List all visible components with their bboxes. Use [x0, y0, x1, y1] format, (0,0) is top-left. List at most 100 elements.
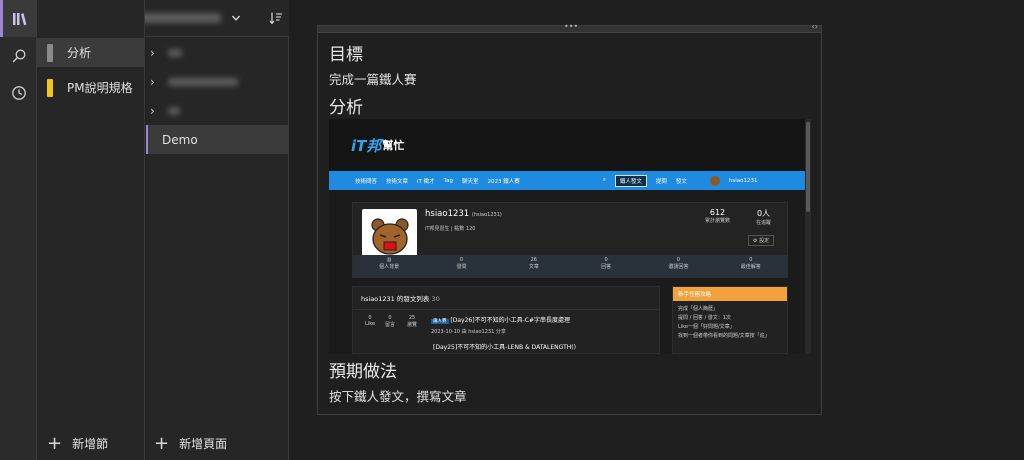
ithome-header: iT邦 幫忙 — [329, 119, 811, 171]
search-icon — [12, 49, 25, 62]
search-button[interactable] — [0, 37, 37, 74]
page-item-demo[interactable]: Demo — [146, 125, 288, 154]
nav-item: iT 徵才 — [417, 178, 435, 185]
note-drag-handle[interactable]: ••• ‹› — [318, 22, 821, 33]
nav-item: 聊天室 — [461, 178, 479, 185]
page-item[interactable]: › — [146, 38, 288, 67]
goal-text[interactable]: 完成一篇鐵人賽 — [329, 69, 417, 88]
newbie-tasks-list: 完成「個人簡歷」 提問 / 回答 / 發文：1次 Like一個「好問題/文章」 … — [673, 301, 787, 345]
section-label: 分析 — [67, 46, 92, 60]
views-value: 612 — [709, 208, 726, 217]
ithome-logo-it: iT邦 — [351, 136, 382, 155]
stat-item: 26 文章 — [528, 257, 539, 270]
chevron-right-icon[interactable]: › — [150, 104, 164, 118]
stats-row: ▥ 個人背景 0 發問 26 文章 0 回答 0 邀請回答 0 最佳解答 — [353, 255, 787, 277]
task-line: 提問 / 回答 / 發文：1次 — [678, 315, 731, 321]
page-item[interactable]: › — [146, 67, 288, 96]
profile-rank: iT邦見習生 | 點數 120 — [425, 226, 476, 232]
nav-item: 技術文章 — [386, 178, 409, 185]
note-container[interactable]: ••• ‹› 目標 完成一篇鐵人賽 分析 iT邦 幫忙 技術問答 技術文章 iT… — [317, 22, 822, 415]
heading-analysis[interactable]: 分析 — [329, 93, 363, 118]
stat-item: 0 回答 — [601, 257, 612, 270]
stat-item: 0 最佳解答 — [740, 257, 761, 270]
avatar — [709, 175, 720, 186]
ironman-post-button: 鐵人發文 — [614, 174, 647, 187]
embedded-screenshot[interactable]: iT邦 幫忙 技術問答 技術文章 iT 徵才 Tag 聊天室 2023 鐵人賽 … — [329, 119, 811, 354]
add-section-button[interactable]: + 新增節 — [47, 432, 109, 454]
plus-icon: + — [47, 432, 63, 454]
newbie-tasks-title: 新手任務攻略 — [673, 287, 787, 301]
section-color-tab — [47, 43, 53, 62]
chevron-right-icon[interactable]: › — [150, 46, 164, 60]
post-replies: 0 留言 — [384, 315, 395, 328]
add-section-label: 新增節 — [72, 437, 109, 451]
heading-goal[interactable]: 目標 — [329, 40, 363, 65]
post-date: 2023-10-10 由 hsiao1231 分享 — [431, 329, 506, 335]
task-line: Like一個「好問題/文章」 — [678, 324, 735, 330]
ithome-nav: 技術問答 技術文章 iT 徵才 Tag 聊天室 2023 鐵人賽 ⌕ 鐵人發文 … — [329, 171, 811, 190]
stat-item: 0 邀請回答 — [668, 257, 689, 270]
settings-button: ⚙ 設定 — [748, 235, 775, 246]
embedded-scrollbar — [805, 119, 811, 354]
search-icon: ⌕ — [602, 177, 606, 183]
resize-arrows-icon[interactable]: ‹› — [812, 22, 818, 31]
section-item-analysis[interactable]: 分析 — [37, 38, 144, 67]
profile-name-row: hsiao1231 (hsiao1231) — [425, 209, 502, 219]
page-item[interactable]: › — [146, 96, 288, 125]
sort-icon[interactable] — [269, 11, 283, 25]
left-rail — [0, 0, 37, 460]
post-views: 25 瀏覽 — [406, 315, 417, 328]
post-list-count: 30 — [431, 295, 440, 303]
stat-item: 0 發問 — [456, 257, 467, 270]
bear-face-icon — [370, 217, 409, 255]
drag-dots-icon[interactable]: ••• — [564, 22, 578, 31]
add-page-button[interactable]: + 新增頁面 — [154, 432, 228, 454]
page-label: Demo — [162, 132, 198, 147]
ithome-logo-zh: 幫忙 — [382, 139, 405, 152]
chevron-right-icon[interactable]: › — [150, 75, 164, 89]
post-row: 0 Like 0 留言 25 瀏覽 鐵人賽 [Day26]不可不知的小工具-C#字串長… — [353, 310, 659, 340]
section-item-pm-spec[interactable]: PM說明規格 — [37, 73, 144, 102]
nav-item: 2023 鐵人賽 — [487, 178, 520, 185]
followers-label: 在追蹤 — [756, 220, 772, 226]
post-content: 鐵人賽 [Day26]不可不知的小工具-C#字串長度處理 2023-10-10 … — [431, 315, 570, 335]
post-list: hsiao1231 的發文列表 30 0 Like 0 留言 25 瀏覽 鐵人賽 [D… — [352, 286, 660, 354]
section-label: PM說明規格 — [67, 81, 133, 95]
plus-icon: + — [154, 432, 170, 454]
sections-pane: 分析 PM說明規格 + 新增節 — [37, 0, 145, 460]
profile-area: hsiao1231 (hsiao1231) iT邦見習生 | 點數 120 61… — [329, 190, 811, 354]
views-stat: 612 累計瀏覽數 — [705, 208, 730, 224]
profile-handle: (hsiao1231) — [471, 212, 502, 218]
notebooks-icon — [13, 12, 27, 25]
stat-item: ▥ 個人背景 — [379, 257, 400, 270]
nav-post: 發文 — [675, 178, 687, 185]
nav-ask: 提問 — [655, 178, 667, 185]
page-title-blurred — [168, 106, 180, 115]
notebooks-button[interactable] — [0, 0, 37, 37]
chevron-down-icon[interactable] — [231, 13, 241, 23]
heading-expected[interactable]: 預期做法 — [329, 357, 397, 382]
nav-item: Tag — [443, 177, 453, 184]
views-label: 累計瀏覽數 — [705, 218, 731, 224]
task-line: 找到一個者帶你看到的問題/文章按「追」 — [678, 333, 770, 339]
post-likes: 0 Like — [365, 315, 375, 327]
profile-card: hsiao1231 (hsiao1231) iT邦見習生 | 點數 120 61… — [352, 202, 788, 278]
post-tag: 鐵人賽 — [431, 319, 449, 324]
task-line: 完成「個人簡歷」 — [678, 306, 719, 312]
nav-username: hsiao1231 — [728, 177, 758, 184]
settings-label: 設定 — [759, 238, 770, 244]
section-color-tab — [47, 78, 53, 97]
post-title: [Day26]不可不知的小工具-C#字串長度處理 — [450, 317, 570, 324]
post-list-header: hsiao1231 的發文列表 30 — [353, 287, 659, 310]
pages-pane: › › › Demo + 新增頁面 — [146, 37, 289, 460]
add-page-label: 新增頁面 — [179, 437, 228, 451]
recent-button[interactable] — [0, 74, 37, 111]
profile-username: hsiao1231 — [425, 209, 470, 219]
post-title-2: [Day25]不可不知的小工具-LENB & DATALENGTH() — [433, 344, 576, 351]
expected-text[interactable]: 按下鐵人發文，撰寫文章 — [329, 386, 467, 405]
page-title-blurred — [168, 77, 238, 86]
followers-value: 0人 — [756, 209, 771, 218]
nav-item: 技術問答 — [355, 178, 378, 185]
page-title-blurred — [168, 48, 182, 57]
newbie-tasks: 新手任務攻略 完成「個人簡歷」 提問 / 回答 / 發文：1次 Like一個「好… — [672, 286, 788, 354]
